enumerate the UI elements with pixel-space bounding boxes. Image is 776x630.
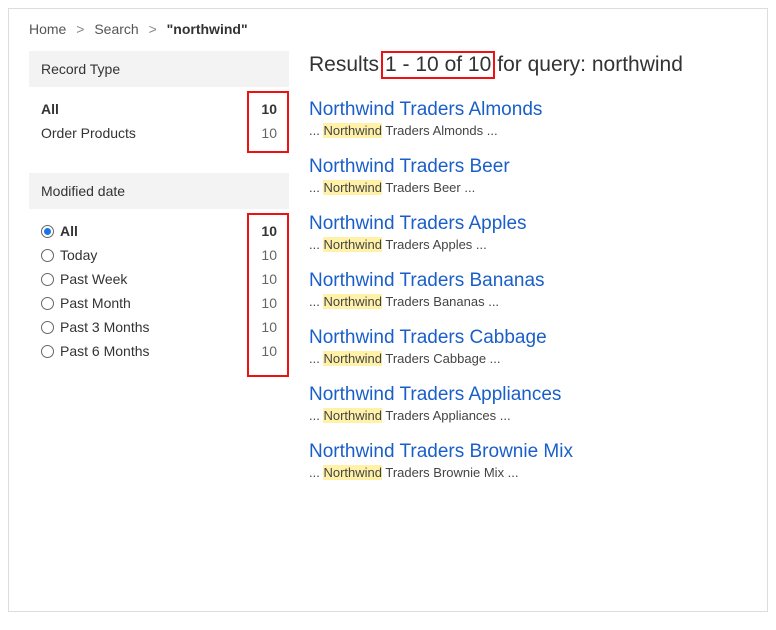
content: Record Type All 10 Order Products 10 Mod… bbox=[29, 51, 747, 498]
facet-item-count: 10 bbox=[247, 295, 277, 311]
snippet-pre: ... bbox=[309, 408, 323, 423]
facet-item-date-past-3-months[interactable]: Past 3 Months 10 bbox=[41, 315, 281, 339]
snippet-pre: ... bbox=[309, 237, 323, 252]
results-header-mid: for query: bbox=[497, 53, 586, 77]
snippet-pre: ... bbox=[309, 465, 323, 480]
search-result: Northwind Traders Cabbage ... Northwind … bbox=[309, 327, 747, 366]
results-main: Results 1 - 10 of 10 for query: northwin… bbox=[309, 51, 747, 498]
facet-item-label: All bbox=[41, 101, 59, 117]
result-title-link[interactable]: Northwind Traders Bananas bbox=[309, 270, 747, 292]
radio-icon[interactable] bbox=[41, 321, 54, 334]
snippet-post: Traders Appliances ... bbox=[382, 408, 511, 423]
result-snippet: ... Northwind Traders Bananas ... bbox=[309, 294, 747, 309]
facet-item-count: 10 bbox=[247, 101, 277, 117]
facet-item-date-today[interactable]: Today 10 bbox=[41, 243, 281, 267]
snippet-highlight: Northwind bbox=[323, 351, 382, 366]
facet-item-label: All bbox=[60, 223, 78, 239]
snippet-pre: ... bbox=[309, 123, 323, 138]
page-frame: Home > Search > "northwind" Record Type … bbox=[8, 8, 768, 612]
facet-item-date-all[interactable]: All 10 bbox=[41, 219, 281, 243]
results-header-query-text: northwind bbox=[592, 53, 683, 77]
facet-item-count: 10 bbox=[247, 271, 277, 287]
sidebar: Record Type All 10 Order Products 10 Mod… bbox=[29, 51, 289, 498]
facet-record-type: Record Type All 10 Order Products 10 bbox=[29, 51, 289, 155]
breadcrumb: Home > Search > "northwind" bbox=[29, 21, 747, 37]
breadcrumb-separator: > bbox=[76, 21, 84, 37]
snippet-pre: ... bbox=[309, 351, 323, 366]
facet-item-date-past-6-months[interactable]: Past 6 Months 10 bbox=[41, 339, 281, 363]
facet-item-order-products[interactable]: Order Products 10 bbox=[41, 121, 281, 145]
result-snippet: ... Northwind Traders Apples ... bbox=[309, 237, 747, 252]
facet-item-count: 10 bbox=[247, 247, 277, 263]
result-title-link[interactable]: Northwind Traders Brownie Mix bbox=[309, 441, 747, 463]
facet-item-label: Today bbox=[60, 247, 97, 263]
result-title-link[interactable]: Northwind Traders Beer bbox=[309, 156, 747, 178]
facet-body-record-type: All 10 Order Products 10 bbox=[29, 87, 289, 155]
search-result: Northwind Traders Bananas ... Northwind … bbox=[309, 270, 747, 309]
radio-icon[interactable] bbox=[41, 273, 54, 286]
snippet-pre: ... bbox=[309, 294, 323, 309]
breadcrumb-query: "northwind" bbox=[167, 21, 248, 37]
result-snippet: ... Northwind Traders Appliances ... bbox=[309, 408, 747, 423]
snippet-highlight: Northwind bbox=[323, 123, 382, 138]
result-title-link[interactable]: Northwind Traders Cabbage bbox=[309, 327, 747, 349]
result-snippet: ... Northwind Traders Almonds ... bbox=[309, 123, 747, 138]
results-range-highlight: 1 - 10 of 10 bbox=[381, 51, 495, 79]
facet-item-count: 10 bbox=[247, 223, 277, 239]
snippet-post: Traders Cabbage ... bbox=[382, 351, 501, 366]
snippet-highlight: Northwind bbox=[323, 294, 382, 309]
breadcrumb-search[interactable]: Search bbox=[94, 21, 138, 37]
snippet-pre: ... bbox=[309, 180, 323, 195]
facet-item-count: 10 bbox=[247, 319, 277, 335]
search-result: Northwind Traders Brownie Mix ... Northw… bbox=[309, 441, 747, 480]
facet-item-date-past-week[interactable]: Past Week 10 bbox=[41, 267, 281, 291]
result-snippet: ... Northwind Traders Beer ... bbox=[309, 180, 747, 195]
facet-header-record-type: Record Type bbox=[29, 51, 289, 87]
snippet-post: Traders Beer ... bbox=[382, 180, 475, 195]
snippet-highlight: Northwind bbox=[323, 465, 382, 480]
radio-icon[interactable] bbox=[41, 225, 54, 238]
search-result: Northwind Traders Appliances ... Northwi… bbox=[309, 384, 747, 423]
snippet-post: Traders Bananas ... bbox=[382, 294, 499, 309]
facet-body-modified-date: All 10 Today 10 Past Week 10 Past Month … bbox=[29, 209, 289, 373]
result-title-link[interactable]: Northwind Traders Apples bbox=[309, 213, 747, 235]
radio-icon[interactable] bbox=[41, 249, 54, 262]
result-snippet: ... Northwind Traders Cabbage ... bbox=[309, 351, 747, 366]
result-snippet: ... Northwind Traders Brownie Mix ... bbox=[309, 465, 747, 480]
facet-modified-date: Modified date All 10 Today 10 Past Week … bbox=[29, 173, 289, 373]
facet-item-label: Order Products bbox=[41, 125, 136, 141]
breadcrumb-home[interactable]: Home bbox=[29, 21, 66, 37]
facet-item-all[interactable]: All 10 bbox=[41, 97, 281, 121]
snippet-highlight: Northwind bbox=[323, 180, 382, 195]
facet-item-label: Past 3 Months bbox=[60, 319, 150, 335]
facet-item-count: 10 bbox=[247, 125, 277, 141]
facet-item-label: Past Month bbox=[60, 295, 131, 311]
search-result: Northwind Traders Beer ... Northwind Tra… bbox=[309, 156, 747, 195]
search-result: Northwind Traders Almonds ... Northwind … bbox=[309, 99, 747, 138]
search-result: Northwind Traders Apples ... Northwind T… bbox=[309, 213, 747, 252]
results-header-prefix: Results bbox=[309, 53, 379, 77]
result-title-link[interactable]: Northwind Traders Appliances bbox=[309, 384, 747, 406]
result-title-link[interactable]: Northwind Traders Almonds bbox=[309, 99, 747, 121]
snippet-highlight: Northwind bbox=[323, 408, 382, 423]
facet-item-label: Past 6 Months bbox=[60, 343, 150, 359]
snippet-highlight: Northwind bbox=[323, 237, 382, 252]
snippet-post: Traders Brownie Mix ... bbox=[382, 465, 519, 480]
facet-item-date-past-month[interactable]: Past Month 10 bbox=[41, 291, 281, 315]
facet-item-count: 10 bbox=[247, 343, 277, 359]
results-header: Results 1 - 10 of 10 for query: northwin… bbox=[309, 51, 747, 79]
breadcrumb-separator: > bbox=[149, 21, 157, 37]
snippet-post: Traders Apples ... bbox=[382, 237, 487, 252]
radio-icon[interactable] bbox=[41, 345, 54, 358]
facet-item-label: Past Week bbox=[60, 271, 127, 287]
snippet-post: Traders Almonds ... bbox=[382, 123, 498, 138]
radio-icon[interactable] bbox=[41, 297, 54, 310]
facet-header-modified-date: Modified date bbox=[29, 173, 289, 209]
